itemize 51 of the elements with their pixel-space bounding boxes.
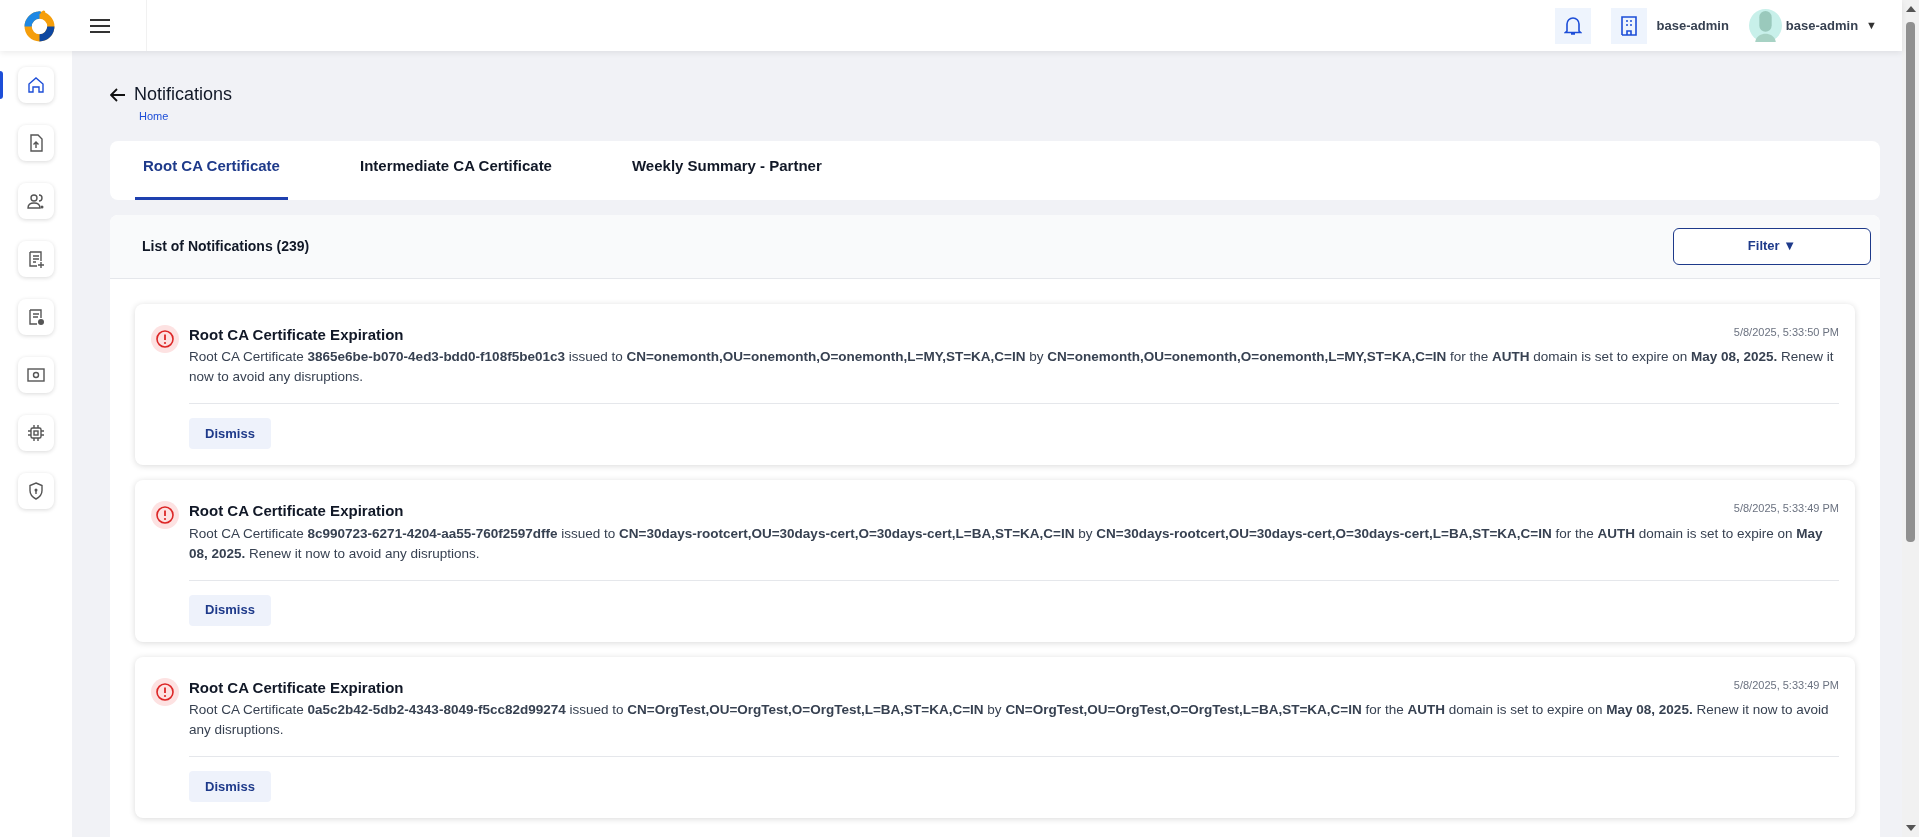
sidebar-button[interactable] <box>18 183 54 219</box>
active-indicator <box>0 71 3 99</box>
notification-time: 5/8/2025, 5:33:49 PM <box>1733 501 1839 516</box>
building-button[interactable] <box>1610 7 1647 44</box>
home-icon <box>26 75 46 95</box>
alert-icon <box>151 677 179 706</box>
sidebar-button[interactable] <box>18 67 54 103</box>
tab[interactable]: Weekly Summary - Partner <box>623 155 830 200</box>
sidebar-button[interactable] <box>18 125 54 161</box>
alert-icon <box>151 501 179 529</box>
tab[interactable]: Root CA Certificate <box>135 155 288 200</box>
alert-icon <box>151 324 179 353</box>
page-title: Notifications <box>134 83 233 106</box>
menu-icon[interactable] <box>89 17 111 34</box>
scroll-down-icon[interactable] <box>1905 825 1916 831</box>
notification-title: Root CA Certificate Expiration <box>189 501 404 521</box>
users-icon <box>26 191 46 211</box>
breadcrumb-link[interactable]: Home <box>139 108 1880 125</box>
scroll-thumb[interactable] <box>1906 22 1915 542</box>
sidebar-button[interactable] <box>18 299 54 335</box>
notification-title: Root CA Certificate Expiration <box>189 324 404 345</box>
building-icon <box>1620 15 1637 36</box>
shield-icon <box>26 481 46 501</box>
notification-message: Root CA Certificate 8c990723-6271-4204-aa55-760f2597dffe issued to CN=30days-rootcert,OU=30days-cert,O=30days-cert,L=BA,ST=KA,C=IN by CN=30days-rootcert,OU=30days-cert,O=30days-cert,L=BA,ST=KA,C=IN for the AUTH domain is set to expire on May 08, 2025. Renew it now to avoid any disruptions. <box>189 524 1824 563</box>
document-plus-icon <box>26 249 46 269</box>
bell-icon <box>1563 15 1582 36</box>
sidebar-button[interactable] <box>18 473 54 509</box>
sidebar-button[interactable] <box>18 241 54 277</box>
dismiss-button[interactable]: Dismiss <box>189 418 271 449</box>
chip-icon <box>26 423 46 443</box>
scrollbar[interactable] <box>1902 0 1919 837</box>
notification-message: Root CA Certificate 0a5c2b42-5db2-4343-8049-f5cc82d99274 issued to CN=OrgTest,OU=OrgTest,O=OrgTest,L=BA,ST=KA,C=IN by CN=OrgTest,OU=OrgTest,O=OrgTest,L=BA,ST=KA,C=IN for the AUTH domain is set to expire on May 08, 2025. Renew it now to avoid any disruptions. <box>189 701 1830 739</box>
list-title: List of Notifications (239) <box>142 236 310 256</box>
notification-time: 5/8/2025, 5:33:49 PM <box>1733 677 1839 693</box>
tab[interactable]: Intermediate CA Certificate <box>351 155 560 200</box>
notification-message: Root CA Certificate 3865e6be-b070-4ed3-bdd0-f108f5be01c3 issued to CN=onemonth,OU=onemonth,O=onemonth,L=MY,ST=KA,C=IN by CN=onemonth,OU=onemonth,O=onemonth,L=MY,ST=KA,C=IN for the AUTH domain is set to expire on May 08, 2025. Renew it now to avoid any disruptions. <box>189 348 1835 386</box>
dismiss-button[interactable]: Dismiss <box>189 771 271 802</box>
scroll-up-icon[interactable] <box>1905 6 1916 12</box>
org-name: base-admin <box>1656 16 1729 35</box>
dropdown-caret[interactable]: ▼ <box>1866 17 1877 34</box>
bell-button[interactable] <box>1554 7 1591 44</box>
notification-title: Root CA Certificate Expiration <box>189 677 404 698</box>
sidebar-button[interactable] <box>18 415 54 451</box>
logo-icon <box>23 9 56 42</box>
sidebar-button[interactable] <box>18 357 54 393</box>
notification-time: 5/8/2025, 5:33:50 PM <box>1733 324 1839 340</box>
dismiss-button[interactable]: Dismiss <box>189 594 271 626</box>
user-name[interactable]: base-admin <box>1785 15 1859 36</box>
document-person-icon <box>26 307 46 327</box>
filter-button[interactable]: Filter ▼ <box>1673 227 1871 265</box>
back-arrow-icon[interactable] <box>110 87 126 102</box>
